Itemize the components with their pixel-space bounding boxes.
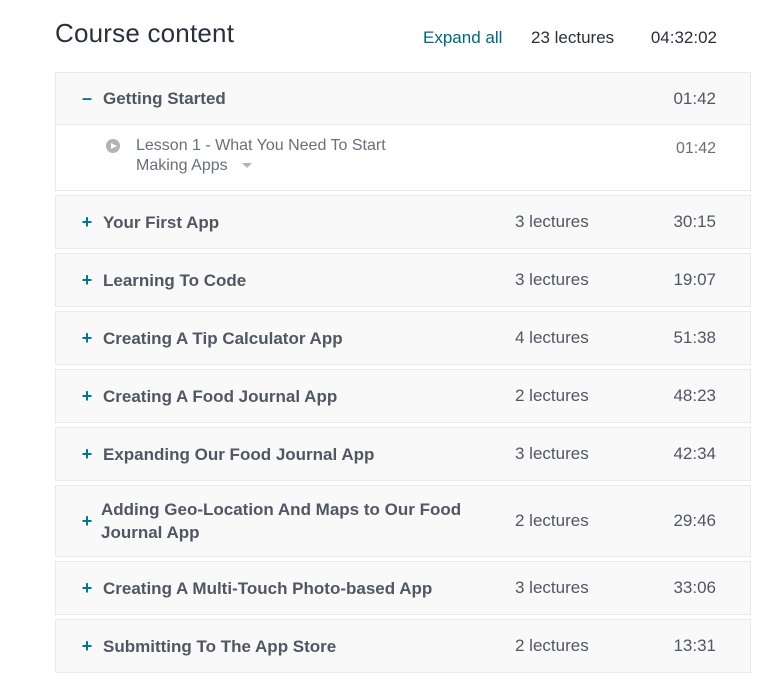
section-lecture-count: 3 lectures: [515, 578, 589, 597]
section-header[interactable]: + Expanding Our Food Journal App 3 lectu…: [56, 428, 750, 480]
section-title: Learning To Code: [103, 270, 247, 290]
expand-icon: +: [81, 635, 93, 656]
expand-icon: +: [81, 443, 93, 464]
section-header[interactable]: + Adding Geo-Location And Maps to Our Fo…: [56, 486, 750, 556]
expand-icon: +: [81, 510, 93, 531]
section-header[interactable]: + Your First App 3 lectures 30:15: [56, 196, 750, 248]
section-lecture-count: 2 lectures: [515, 636, 589, 655]
total-duration: 04:32:02: [650, 28, 717, 47]
section-duration: 19:07: [673, 270, 716, 289]
section-title: Getting Started: [103, 89, 226, 108]
section-duration: 29:46: [673, 511, 716, 530]
lecture-duration: 01:42: [675, 140, 716, 157]
expand-icon: +: [81, 577, 93, 598]
expand-icon: +: [81, 269, 93, 290]
section-expanding-food-journal: + Expanding Our Food Journal App 3 lectu…: [55, 427, 751, 481]
section-your-first-app: + Your First App 3 lectures 30:15: [55, 195, 751, 249]
section-multi-touch-photo: + Creating A Multi-Touch Photo-based App…: [55, 561, 751, 615]
section-duration: 51:38: [673, 328, 716, 347]
page-title: Course content: [55, 18, 235, 48]
course-content-header: Course content Expand all 23 lectures 04…: [55, 14, 720, 54]
section-duration: 01:42: [673, 88, 716, 108]
section-lecture-count: 4 lectures: [515, 328, 589, 347]
section-duration: 13:31: [673, 636, 716, 655]
section-header[interactable]: + Submitting To The App Store 2 lectures…: [56, 620, 750, 672]
curriculum-list: – Getting Started 01:42 Lesson 1 - What …: [55, 72, 751, 677]
section-duration: 48:23: [673, 386, 716, 405]
section-lecture-count: 3 lectures: [515, 270, 589, 289]
section-header[interactable]: – Getting Started 01:42: [56, 73, 750, 125]
section-title: Expanding Our Food Journal App: [103, 444, 375, 464]
section-header[interactable]: + Creating A Tip Calculator App 4 lectur…: [56, 312, 750, 364]
lecture-item[interactable]: Lesson 1 - What You Need To Start Making…: [56, 125, 750, 190]
section-duration: 33:06: [673, 578, 716, 597]
total-lectures-count: 23 lectures: [531, 28, 615, 47]
section-title: Your First App: [103, 212, 220, 232]
section-title: Creating A Food Journal App: [103, 386, 338, 406]
section-header[interactable]: + Learning To Code 3 lectures 19:07: [56, 254, 750, 306]
lecture-title-wrap: Lesson 1 - What You Need To Start Making…: [136, 136, 436, 176]
section-app-store: + Submitting To The App Store 2 lectures…: [55, 619, 751, 673]
section-tip-calculator: + Creating A Tip Calculator App 4 lectur…: [55, 311, 751, 365]
section-title: Creating A Multi-Touch Photo-based App: [103, 578, 433, 598]
expand-icon: +: [81, 327, 93, 348]
section-geo-location-maps: + Adding Geo-Location And Maps to Our Fo…: [55, 485, 751, 557]
section-header[interactable]: + Creating A Multi-Touch Photo-based App…: [56, 562, 750, 614]
lecture-title: Lesson 1 - What You Need To Start Making…: [136, 137, 386, 174]
section-title: Adding Geo-Location And Maps to Our Food…: [101, 500, 462, 542]
play-circle-icon: [106, 139, 120, 153]
section-getting-started: – Getting Started 01:42 Lesson 1 - What …: [55, 72, 751, 191]
section-lecture-count: 3 lectures: [515, 212, 589, 231]
caret-down-icon[interactable]: [241, 163, 252, 169]
expand-icon: +: [81, 385, 93, 406]
section-title: Creating A Tip Calculator App: [103, 328, 343, 348]
section-duration: 30:15: [673, 212, 716, 231]
section-food-journal: + Creating A Food Journal App 2 lectures…: [55, 369, 751, 423]
collapse-icon: –: [81, 88, 92, 108]
section-lecture-count: 2 lectures: [515, 386, 589, 405]
section-title: Submitting To The App Store: [103, 636, 337, 656]
section-lecture-count: 3 lectures: [515, 444, 589, 463]
section-duration: 42:34: [673, 444, 716, 463]
section-header[interactable]: + Creating A Food Journal App 2 lectures…: [56, 370, 750, 422]
expand-icon: +: [81, 211, 93, 232]
section-learning-to-code: + Learning To Code 3 lectures 19:07: [55, 253, 751, 307]
expand-all-button[interactable]: Expand all: [423, 28, 502, 48]
section-lecture-count: 2 lectures: [515, 511, 589, 530]
